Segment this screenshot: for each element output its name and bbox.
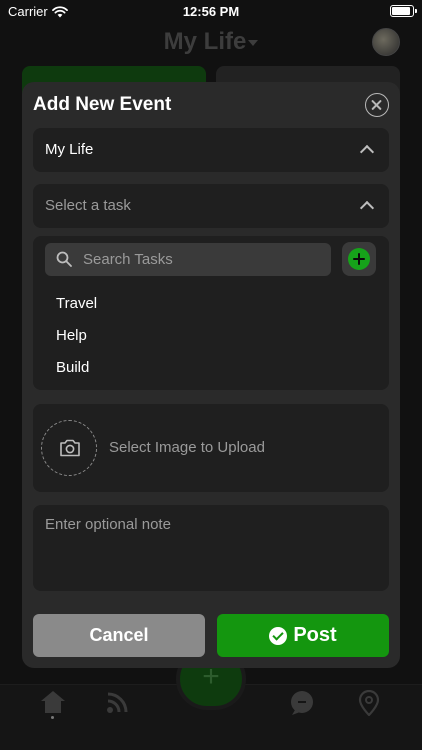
task-select[interactable]: Select a task: [33, 184, 389, 228]
home-active-dot: [51, 716, 54, 719]
image-upload-label: Select Image to Upload: [109, 439, 265, 456]
feed-icon[interactable]: [106, 690, 130, 714]
camera-icon: [60, 439, 80, 457]
task-option[interactable]: Build: [56, 359, 89, 376]
note-input[interactable]: [33, 505, 389, 591]
chevron-up-icon: [359, 144, 375, 160]
header-title[interactable]: My Life: [0, 28, 422, 56]
image-upload-area[interactable]: Select Image to Upload: [33, 404, 389, 492]
project-select-value: My Life: [45, 141, 94, 158]
project-select[interactable]: My Life: [33, 128, 389, 172]
cancel-button-label: Cancel: [89, 625, 149, 645]
task-select-placeholder: Select a task: [45, 197, 131, 214]
caret-down-icon: [248, 39, 259, 46]
chat-icon[interactable]: [289, 690, 315, 716]
add-event-modal: Add New Event My Life Select a task Trav…: [22, 82, 400, 668]
note-field: [33, 505, 389, 591]
add-task-button[interactable]: [342, 242, 376, 276]
post-button-label: Post: [293, 624, 337, 646]
task-dropdown-panel: Travel Help Build: [33, 236, 389, 390]
status-bar: Carrier 12:56 PM: [0, 0, 422, 24]
avatar[interactable]: [372, 28, 400, 56]
check-circle-icon: [269, 626, 288, 645]
search-icon: [56, 251, 72, 267]
close-icon[interactable]: [365, 93, 389, 117]
camera-button[interactable]: [41, 420, 97, 476]
header-title-label: My Life: [163, 28, 247, 55]
search-input[interactable]: [83, 243, 323, 276]
post-button[interactable]: Post: [217, 614, 389, 657]
battery-icon: [390, 5, 417, 17]
plus-icon: [348, 248, 370, 270]
search-box: [45, 243, 331, 276]
cancel-button[interactable]: Cancel: [33, 614, 205, 657]
home-icon[interactable]: [40, 690, 66, 714]
task-option[interactable]: Help: [56, 327, 87, 344]
task-option[interactable]: Travel: [56, 295, 97, 312]
chevron-up-icon: [359, 200, 375, 216]
location-icon[interactable]: [358, 690, 380, 716]
modal-title: Add New Event: [33, 94, 172, 115]
status-time: 12:56 PM: [182, 4, 240, 19]
